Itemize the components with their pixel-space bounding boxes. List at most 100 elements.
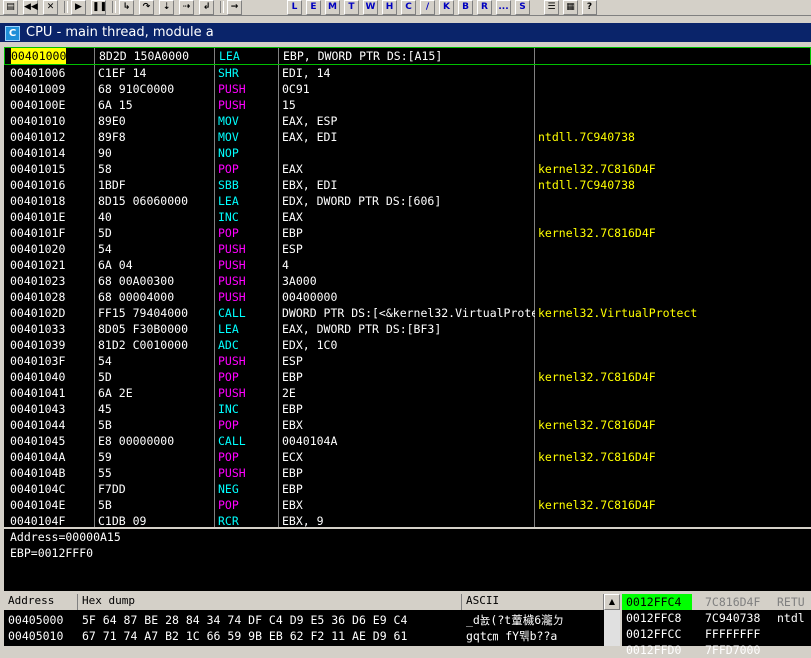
goto-icon[interactable]: → bbox=[227, 0, 242, 15]
trace-over-icon[interactable]: ⇢ bbox=[179, 0, 194, 15]
close-icon[interactable]: ✕ bbox=[43, 0, 58, 15]
disasm-row[interactable]: 0040104B 55 PUSH EBP bbox=[4, 465, 811, 481]
disasm-operands: EBX bbox=[282, 498, 303, 512]
stack-row[interactable]: 0012FFC8 7C940738 ntdl bbox=[622, 610, 811, 626]
stack-header-row[interactable]: 0012FFC4 7C816D4F RETU bbox=[622, 594, 811, 610]
disasm-row[interactable]: 0040101E 40 INC EAX bbox=[4, 209, 811, 225]
disasm-row[interactable]: 00401044 5B POP EBX kernel32.7C816D4F bbox=[4, 417, 811, 433]
disasm-row[interactable]: 0040104E 5B POP EBX kernel32.7C816D4F bbox=[4, 497, 811, 513]
window-title: CPU - main thread, module a bbox=[26, 25, 214, 40]
stack-pane[interactable]: 0012FFC4 7C816D4F RETU 0012FFC8 7C940738 n… bbox=[622, 594, 811, 657]
disasm-row[interactable]: 00401039 81D2 C0010000 ADC EDX, 1C0 bbox=[4, 337, 811, 353]
disasm-hex: 8D05 F30B0000 bbox=[98, 322, 189, 336]
disasm-address: 00401014 bbox=[10, 146, 66, 160]
dump-ascii-header[interactable]: ASCII bbox=[462, 594, 604, 610]
disasm-row[interactable]: 00401016 1BDF SBB EBX, EDI ntdll.7C940738 bbox=[4, 177, 811, 193]
dump-row[interactable]: 00405010 67 71 74 A7 B2 1C 66 59 9B EB 62… bbox=[4, 628, 604, 644]
dump-row[interactable]: 00405000 5F 64 87 BE 28 84 34 74 DF C4 D9… bbox=[4, 612, 604, 628]
disasm-address: 00401021 bbox=[10, 258, 66, 272]
disasm-hex: 81D2 C0010000 bbox=[98, 338, 189, 352]
stack-row[interactable]: 0012FFCC FFFFFFFF bbox=[622, 626, 811, 642]
disasm-operands: EBP, DWORD PTR DS:[A15] bbox=[283, 49, 443, 63]
disasm-hex: FF15 79404000 bbox=[98, 306, 189, 320]
dump-address-header[interactable]: Address bbox=[4, 594, 78, 610]
toolbar-window-button[interactable]: L bbox=[287, 0, 302, 15]
toolbar-window-button[interactable]: B bbox=[458, 0, 473, 15]
disasm-row[interactable]: 00401009 68 910C0000 PUSH 0C91 bbox=[4, 81, 811, 97]
disasm-row[interactable]: 0040102D FF15 79404000 CALL DWORD PTR DS:[<… bbox=[4, 305, 811, 321]
disasm-hex: C1EF 14 bbox=[98, 66, 147, 80]
disasm-row[interactable]: 0040104C F7DD NEG EBP bbox=[4, 481, 811, 497]
palette-icon[interactable]: ▦ bbox=[563, 0, 578, 15]
disasm-row[interactable]: 00401018 8D15 06060000 LEA EDX, DWORD PTR D… bbox=[4, 193, 811, 209]
disasm-row[interactable]: 00401028 68 00004000 PUSH 00400000 bbox=[4, 289, 811, 305]
disasm-row[interactable]: 00401014 90 NOP bbox=[4, 145, 811, 161]
dump-scrollbar[interactable]: ▲ bbox=[604, 594, 620, 646]
disasm-hex: 68 910C0000 bbox=[98, 82, 175, 96]
cpu-window-icon: C bbox=[5, 26, 20, 41]
disasm-row[interactable]: 00401040 5D POP EBP kernel32.7C816D4F bbox=[4, 369, 811, 385]
dump-hex-header[interactable]: Hex dump bbox=[78, 594, 462, 610]
toolbar-window-button[interactable]: R bbox=[477, 0, 492, 15]
disasm-row[interactable]: 00401043 45 INC EBP bbox=[4, 401, 811, 417]
disasm-mnemonic: POP bbox=[218, 226, 239, 240]
disasm-row[interactable]: 0040103F 54 PUSH ESP bbox=[4, 353, 811, 369]
stack-value: 7FFD7000 bbox=[705, 643, 761, 657]
disasm-row[interactable]: 00401041 6A 2E PUSH 2E bbox=[4, 385, 811, 401]
toolbar-window-button[interactable]: H bbox=[382, 0, 397, 15]
disasm-row[interactable]: 00401015 58 POP EAX kernel32.7C816D4F bbox=[4, 161, 811, 177]
help-icon[interactable]: ? bbox=[582, 0, 597, 15]
disasm-row[interactable]: 00401021 6A 04 PUSH 4 bbox=[4, 257, 811, 273]
execute-till-return-icon[interactable]: ↲ bbox=[199, 0, 214, 15]
toolbar-window-button[interactable]: ... bbox=[496, 0, 511, 15]
disasm-operands: DWORD PTR DS:[<&kernel32.VirtualProtect>… bbox=[282, 306, 535, 320]
disasm-mnemonic: PUSH bbox=[218, 466, 246, 480]
disasm-row[interactable]: 0040104F C1DB 09 RCR EBX, 9 bbox=[4, 513, 811, 528]
disasm-mnemonic: CALL bbox=[218, 306, 246, 320]
trace-into-icon[interactable]: ⇣ bbox=[159, 0, 174, 15]
disasm-mnemonic: PUSH bbox=[218, 258, 246, 272]
disasm-hex: C1DB 09 bbox=[98, 514, 147, 528]
disasm-row[interactable]: 00401012 89F8 MOV EAX, EDI ntdll.7C940738 bbox=[4, 129, 811, 145]
disasm-mnemonic: PUSH bbox=[218, 82, 246, 96]
list-icon[interactable]: ☰ bbox=[544, 0, 559, 15]
disasm-row[interactable]: 00401006 C1EF 14 SHR EDI, 14 bbox=[4, 65, 811, 81]
disasm-row[interactable]: 0040104A 59 POP ECX kernel32.7C816D4F bbox=[4, 449, 811, 465]
disasm-row[interactable]: 00401033 8D05 F30B0000 LEA EAX, DWORD PTR D… bbox=[4, 321, 811, 337]
hex-dump-pane[interactable]: Address Hex dump ASCII 00405000 5F 64 87 … bbox=[4, 594, 620, 646]
toolbar-window-button[interactable]: M bbox=[325, 0, 340, 15]
disasm-address: 00401039 bbox=[10, 338, 66, 352]
toolbar-window-button[interactable]: K bbox=[439, 0, 454, 15]
step-into-icon[interactable]: ↳ bbox=[119, 0, 134, 15]
rewind-icon[interactable]: ◀◀ bbox=[23, 0, 38, 15]
play-icon[interactable]: ▶ bbox=[71, 0, 86, 15]
disasm-address: 0040100E bbox=[10, 98, 66, 112]
toolbar-window-button[interactable]: C bbox=[401, 0, 416, 15]
disasm-row[interactable]: 00401000 8D2D 150A0000 LEA EBP, DWORD PTR D… bbox=[4, 47, 811, 65]
toolbar-window-button[interactable]: E bbox=[306, 0, 321, 15]
disasm-row[interactable]: 00401045 E8 00000000 CALL 0040104A bbox=[4, 433, 811, 449]
step-over-icon[interactable]: ↷ bbox=[139, 0, 154, 15]
toolbar-window-button[interactable]: T bbox=[344, 0, 359, 15]
toolbar-window-button[interactable]: W bbox=[363, 0, 378, 15]
disasm-row[interactable]: 00401020 54 PUSH ESP bbox=[4, 241, 811, 257]
disasm-row[interactable]: 0040100E 6A 15 PUSH 15 bbox=[4, 97, 811, 113]
disassembly-pane[interactable]: 00401000 8D2D 150A0000 LEA EBP, DWORD PTR D… bbox=[4, 47, 811, 529]
disasm-hex: 55 bbox=[98, 466, 112, 480]
disasm-row[interactable]: 00401010 89E0 MOV EAX, ESP bbox=[4, 113, 811, 129]
info-address: Address=00000A15 bbox=[10, 530, 121, 544]
dump-address: 00405000 bbox=[8, 613, 64, 627]
disasm-row[interactable]: 0040101F 5D POP EBP kernel32.7C816D4F bbox=[4, 225, 811, 241]
stack-comment: ntdl bbox=[777, 611, 805, 625]
stack-row[interactable]: 0012FFD0 7FFD7000 bbox=[622, 642, 811, 658]
toolbar-window-button[interactable]: S bbox=[515, 0, 530, 15]
pause-icon[interactable]: ❚❚ bbox=[91, 0, 107, 15]
scroll-up-icon[interactable]: ▲ bbox=[604, 594, 620, 610]
disasm-address: 00401041 bbox=[10, 386, 66, 400]
disasm-address: 0040104B bbox=[10, 466, 66, 480]
cpu-window-title-bar[interactable]: C CPU - main thread, module a bbox=[0, 23, 811, 42]
open-icon[interactable]: ▤ bbox=[3, 0, 18, 15]
disasm-row[interactable]: 00401023 68 00A00300 PUSH 3A000 bbox=[4, 273, 811, 289]
disasm-address: 0040103F bbox=[10, 354, 66, 368]
toolbar-window-button[interactable]: / bbox=[420, 0, 435, 15]
